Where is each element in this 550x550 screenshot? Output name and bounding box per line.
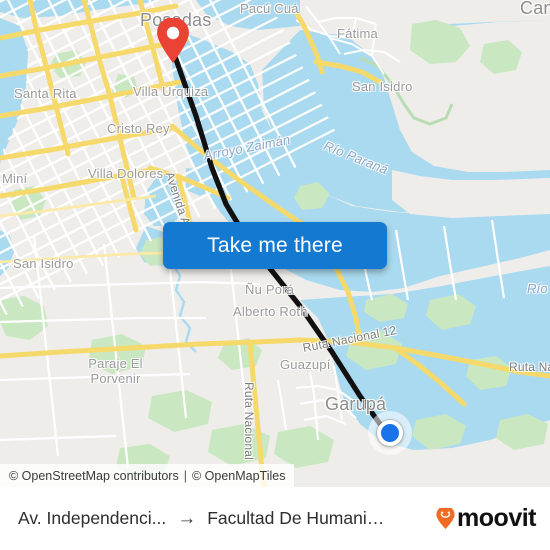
destination-dot-icon[interactable] [377,420,403,446]
map-attribution: © OpenStreetMap contributors | © OpenMap… [0,464,295,487]
map-label-place: Fátima [337,26,378,41]
map-label-place: Miní [2,171,28,186]
map-label-place: Ñu Porá [245,282,295,297]
take-me-there-button[interactable]: Take me there [163,222,387,269]
map-label-place: Villa Urquiza [133,84,209,99]
map-label-place: Guazupí [280,357,331,372]
map-label-road: Ruta Nacional [242,382,256,460]
map-label-place: Villa Dolores [88,166,164,181]
map-canvas[interactable]: Posadas Garupá Pacú Cuá Fátima Santa Rit… [0,0,550,487]
trip-footer-bar: Av. Independenci... → Facultad De Humani… [0,487,550,550]
moovit-pin-icon [436,508,455,529]
map-label-place: Santa Rita [14,86,77,101]
map-label-place: San Isidro [13,256,74,271]
take-me-there-label: Take me there [207,233,343,257]
map-label-place: San Isidro [352,79,413,94]
map-label-waterway: Río [527,281,548,296]
trip-origin-label[interactable]: Av. Independenci... [18,508,166,529]
map-label-place: Can [520,0,550,18]
attribution-openmaptiles[interactable]: © OpenMapTiles [192,469,286,483]
moovit-trip-map-screen: Posadas Garupá Pacú Cuá Fátima Santa Rit… [0,0,550,550]
origin-pin-icon[interactable] [156,18,190,64]
moovit-brand[interactable]: moovit [436,506,536,531]
map-label-city: Garupá [325,394,387,414]
map-label-place: Paraje El Porvenir [88,356,143,386]
moovit-wordmark: moovit [457,504,536,532]
trip-destination-label[interactable]: Facultad De Humanidades Y C... [207,508,392,529]
map-label-road: Ruta Nac [509,360,550,374]
attribution-osm[interactable]: © OpenStreetMap contributors [9,469,179,483]
map-label-place: Alberto Roth [233,304,308,319]
map-label-place: Pacú Cuá [240,1,299,16]
map-label-place: Cristo Rey [107,121,170,136]
arrow-right-icon: → [177,508,197,529]
attribution-separator: | [183,468,187,483]
